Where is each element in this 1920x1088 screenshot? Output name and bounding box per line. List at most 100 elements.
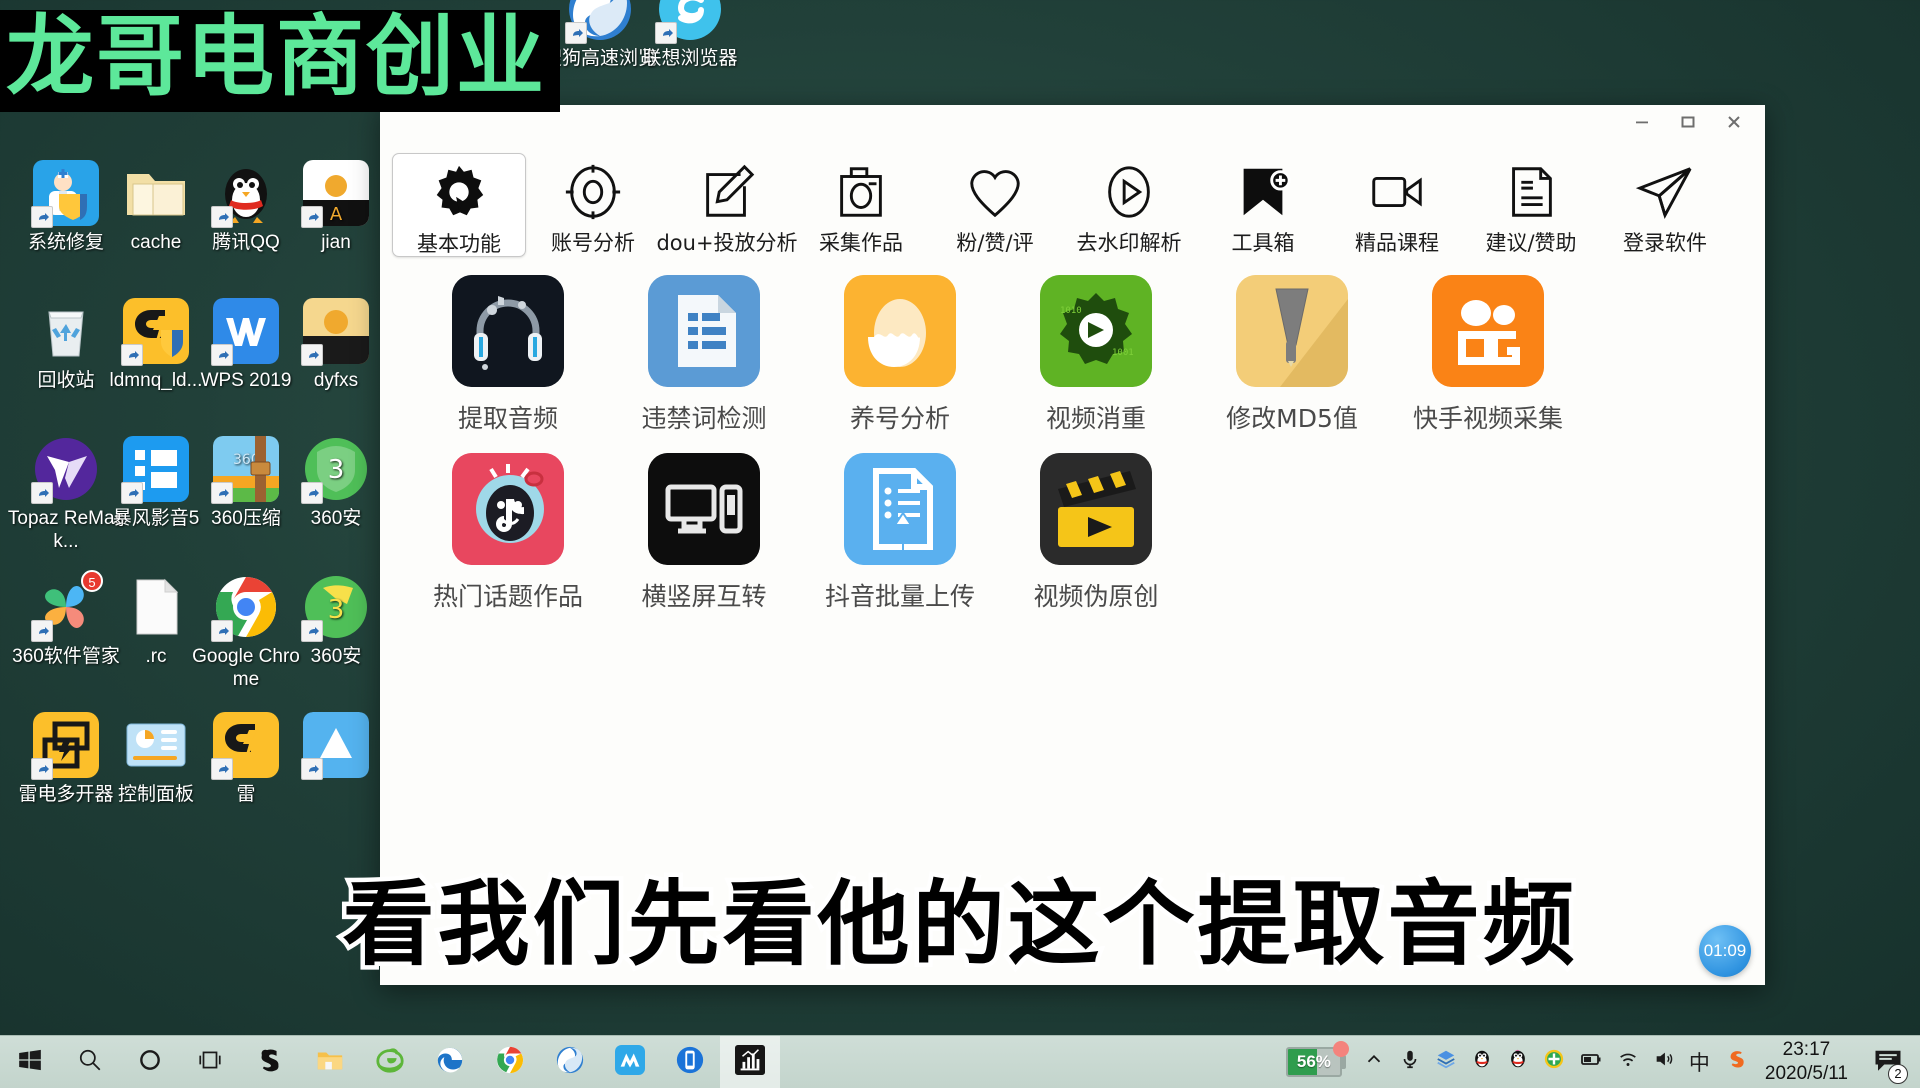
tile-快手视频采集[interactable]: 快手视频采集 bbox=[1390, 275, 1586, 435]
folder-icon bbox=[123, 160, 189, 226]
desktop-icon-label: 联想浏览器 bbox=[642, 48, 738, 69]
phone-icon bbox=[675, 1045, 705, 1080]
360-tray-icon[interactable] bbox=[1536, 1036, 1572, 1088]
system-tray[interactable]: 56% 中 23:17 2020/5/11 2 bbox=[1285, 1036, 1920, 1088]
show-hidden-icons[interactable] bbox=[1356, 1036, 1392, 1088]
monitor-phone-icon bbox=[648, 453, 760, 565]
notification-center-button[interactable]: 2 bbox=[1862, 1036, 1914, 1088]
shortcut-arrow-icon bbox=[31, 482, 53, 504]
qq-tray-icon[interactable] bbox=[1464, 1036, 1500, 1088]
360-shield-icon bbox=[1543, 1048, 1565, 1076]
speaker-icon bbox=[1653, 1048, 1675, 1076]
close-button[interactable] bbox=[1711, 105, 1757, 139]
shortcut-arrow-icon bbox=[301, 206, 323, 228]
file-blank-icon bbox=[123, 574, 189, 640]
volume-tray-icon[interactable] bbox=[1646, 1036, 1682, 1088]
toolbar-tab-label: 去水印解析 bbox=[1076, 231, 1182, 255]
desktop-icon-360安[interactable]: 3 360安 bbox=[276, 574, 396, 668]
gear-icon bbox=[428, 162, 490, 224]
desktop-icon-联想浏览器[interactable]: 联想浏览器 bbox=[630, 0, 750, 70]
bookmark-plus-icon bbox=[1232, 161, 1294, 223]
tile-label: 违禁词检测 bbox=[641, 404, 767, 433]
chrome-icon bbox=[495, 1045, 525, 1080]
control-panel-icon bbox=[123, 712, 189, 778]
microphone-icon bbox=[1399, 1048, 1421, 1076]
taskbar-app-phone[interactable] bbox=[660, 1036, 720, 1088]
main-toolbar[interactable]: 基本功能 账号分析 dou+投放分析 采集作品 粉/赞/评 去水印解析 工具箱 精品课程 建议/… bbox=[380, 147, 1765, 257]
network-tray-icon[interactable] bbox=[1610, 1036, 1646, 1088]
mm-icon bbox=[615, 1044, 645, 1080]
maximize-button[interactable] bbox=[1665, 105, 1711, 139]
shortcut-arrow-icon bbox=[565, 22, 587, 44]
tile-抖音批量上传[interactable]: 抖音批量上传 bbox=[802, 453, 998, 613]
shortcut-arrow-icon bbox=[655, 22, 677, 44]
svg-text:3: 3 bbox=[328, 595, 345, 625]
toolbar-tab-dou投放分析[interactable]: dou+投放分析 bbox=[656, 153, 798, 257]
qq-penguin-pink-icon bbox=[1507, 1048, 1529, 1076]
sogou-ime-tray-icon[interactable] bbox=[1717, 1036, 1755, 1088]
toolbar-tab-登录软件[interactable]: 登录软件 bbox=[1598, 153, 1732, 257]
cortana-button[interactable] bbox=[120, 1036, 180, 1088]
toolbar-tab-建议赞助[interactable]: 建议/赞助 bbox=[1464, 153, 1598, 257]
shortcut-arrow-icon bbox=[31, 758, 53, 780]
window-titlebar[interactable] bbox=[380, 105, 1765, 147]
taskbar-app-chrome[interactable] bbox=[480, 1036, 540, 1088]
ldplayer-icon bbox=[121, 298, 189, 366]
search-button[interactable] bbox=[60, 1036, 120, 1088]
tile-label: 视频消重 bbox=[1045, 404, 1146, 433]
toolbar-tab-label: 采集作品 bbox=[819, 231, 903, 255]
taskbar-app-sogou-input[interactable] bbox=[240, 1036, 300, 1088]
clapperboard-icon bbox=[1040, 453, 1152, 565]
chrome-icon bbox=[211, 574, 279, 642]
tile-视频伪原创[interactable]: 视频伪原创 bbox=[998, 453, 1194, 613]
360-safe-icon: 3 bbox=[301, 436, 369, 504]
sogou-browser-icon bbox=[565, 0, 633, 44]
wifi-icon bbox=[1617, 1048, 1639, 1076]
taskbar-app-mm[interactable] bbox=[600, 1036, 660, 1088]
desktop-icon-dyfxs[interactable]: dyfxs bbox=[276, 298, 396, 392]
toolbar-tab-工具箱[interactable]: 工具箱 bbox=[1196, 153, 1330, 257]
toolbar-tab-label: dou+投放分析 bbox=[656, 231, 798, 255]
taskbar-app-sogou-browser[interactable] bbox=[540, 1036, 600, 1088]
taskbar-app-file-explorer[interactable] bbox=[300, 1036, 360, 1088]
taskbar-app-edge[interactable] bbox=[420, 1036, 480, 1088]
battery-status-pill[interactable]: 56% bbox=[1285, 1041, 1349, 1077]
tile-横竖屏互转[interactable]: 横竖屏互转 bbox=[606, 453, 802, 613]
desktop-icon-blueappicon[interactable] bbox=[276, 712, 396, 783]
subtitle-caption: 看我们先看他的这个提取音频 bbox=[338, 867, 1579, 983]
qq-pink-tray-icon[interactable] bbox=[1500, 1036, 1536, 1088]
tile-label: 提取音频 bbox=[457, 404, 558, 433]
toolbar-tab-采集作品[interactable]: 采集作品 bbox=[794, 153, 928, 257]
minimize-button[interactable] bbox=[1619, 105, 1665, 139]
chart-app-icon bbox=[735, 1044, 765, 1080]
tile-违禁词检测[interactable]: 违禁词检测 bbox=[606, 275, 802, 435]
tile-提取音频[interactable]: 提取音频 bbox=[410, 275, 606, 435]
start-button[interactable] bbox=[0, 1036, 60, 1088]
clock[interactable]: 23:17 2020/5/11 bbox=[1755, 1038, 1862, 1086]
microphone-tray-icon[interactable] bbox=[1392, 1036, 1428, 1088]
toolbar-tab-粉赞评[interactable]: 粉/赞/评 bbox=[928, 153, 1062, 257]
taskbar-app-internet-explorer[interactable] bbox=[360, 1036, 420, 1088]
desktop-icon-360安[interactable]: 3 360安 bbox=[276, 436, 396, 530]
toolbar-tab-账号分析[interactable]: 账号分析 bbox=[526, 153, 660, 257]
toolbar-tab-精品课程[interactable]: 精品课程 bbox=[1330, 153, 1464, 257]
svg-text:3: 3 bbox=[328, 455, 345, 485]
taskbar-app-dyfxs[interactable] bbox=[720, 1035, 780, 1088]
task-view-button[interactable] bbox=[180, 1036, 240, 1088]
tile-养号分析[interactable]: 养号分析 bbox=[802, 275, 998, 435]
toolbar-tab-基本功能[interactable]: 基本功能 bbox=[392, 153, 526, 257]
battery-tray-icon[interactable] bbox=[1572, 1036, 1610, 1088]
tile-热门话题作品[interactable]: 热门话题作品 bbox=[410, 453, 606, 613]
tile-修改MD5值[interactable]: 修改MD5值 bbox=[1194, 275, 1390, 435]
ime-tray-icon[interactable]: 中 bbox=[1682, 1036, 1717, 1088]
desktop-icon-label: 雷 bbox=[236, 784, 256, 805]
layers-tray-icon[interactable] bbox=[1428, 1036, 1464, 1088]
taskbar[interactable]: 56% 中 23:17 2020/5/11 2 bbox=[0, 1035, 1920, 1088]
toolbar-tab-label: 建议/赞助 bbox=[1485, 231, 1577, 255]
tile-视频消重[interactable]: 1010 1001 视频消重 bbox=[998, 275, 1194, 435]
wps-icon bbox=[211, 298, 279, 366]
toolbar-tab-去水印解析[interactable]: 去水印解析 bbox=[1062, 153, 1196, 257]
desktop-icon-jian[interactable]: Ajian bbox=[276, 160, 396, 254]
shortcut-arrow-icon bbox=[211, 206, 233, 228]
taskbar-apps[interactable] bbox=[0, 1035, 780, 1088]
